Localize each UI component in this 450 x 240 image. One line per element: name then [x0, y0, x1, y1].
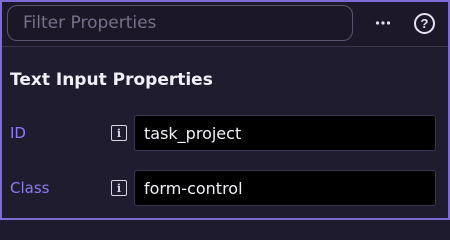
info-icon-glyph: i: [116, 126, 122, 140]
info-icon[interactable]: i: [111, 180, 127, 196]
help-button[interactable]: ?: [414, 13, 435, 34]
section-title: Text Input Properties: [10, 70, 213, 90]
property-input-class[interactable]: [134, 170, 436, 206]
help-circle-icon: ?: [420, 16, 429, 31]
filter-properties-input[interactable]: [7, 5, 353, 41]
more-options-button[interactable]: [370, 10, 396, 36]
info-icon-glyph: i: [116, 181, 122, 195]
property-label-class: Class: [10, 179, 50, 197]
more-horizontal-icon: [375, 21, 391, 25]
panel-toolbar: ?: [2, 2, 448, 47]
property-input-id[interactable]: [134, 115, 436, 151]
property-label-id: ID: [10, 124, 26, 142]
info-icon[interactable]: i: [111, 125, 127, 141]
properties-panel: ? Text Input Properties ID i Class i: [0, 0, 450, 220]
